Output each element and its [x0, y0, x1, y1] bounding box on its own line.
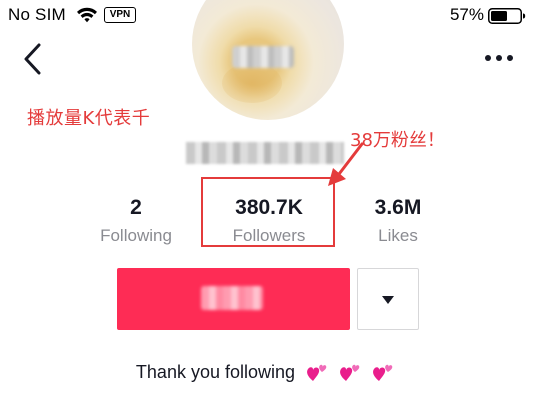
profile-bio: Thank you following — [0, 361, 536, 383]
likes-label: Likes — [378, 226, 418, 245]
primary-action-button[interactable] — [117, 268, 350, 330]
following-count: 2 — [130, 196, 142, 219]
profile-screen: No SIM VPN 12:29 AM 57% 播放量K代表千 38万粉丝！ — [0, 0, 536, 414]
caret-down-icon — [382, 296, 394, 304]
more-dots-icon[interactable] — [484, 53, 514, 63]
nav-title-blurred — [232, 46, 294, 68]
likes-count: 3.6M — [374, 196, 422, 219]
battery-icon — [488, 8, 526, 24]
stat-likes[interactable]: 3.6M Likes — [348, 196, 448, 246]
bio-text: Thank you following — [135, 361, 296, 382]
annotation-k-meaning: 播放量K代表千 — [27, 108, 151, 129]
two-hearts-icon — [340, 365, 360, 382]
chevron-left-icon[interactable] — [20, 43, 46, 75]
two-hearts-icon — [307, 365, 327, 382]
primary-action-label-blurred — [201, 286, 263, 310]
following-label: Following — [100, 226, 172, 245]
annotation-highlight-box — [201, 177, 335, 247]
stat-following[interactable]: 2 Following — [86, 196, 186, 246]
two-hearts-icon — [373, 365, 393, 382]
battery-fill — [491, 11, 507, 21]
suggested-accounts-dropdown-button[interactable] — [357, 268, 419, 330]
battery-percentage: 57% — [449, 5, 484, 24]
bio-emoji-group — [306, 361, 400, 383]
username-blurred — [186, 142, 344, 164]
